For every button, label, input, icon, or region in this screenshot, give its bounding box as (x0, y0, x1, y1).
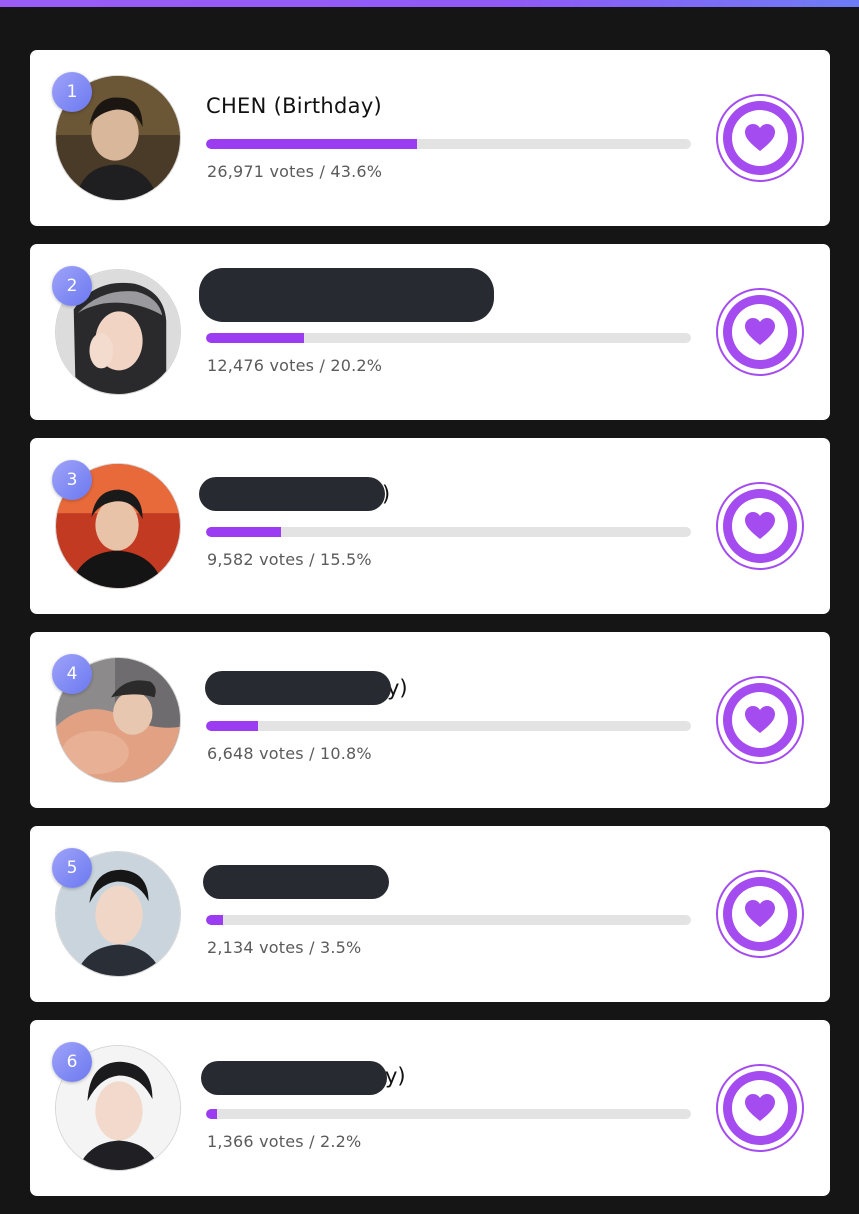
rank-badge: 4 (52, 654, 92, 694)
redaction-mark (199, 268, 494, 322)
vote-progress-track (206, 1109, 691, 1119)
heart-icon (745, 512, 775, 539)
vote-count: 2,134 votes / 3.5% (207, 938, 362, 957)
rank-badge: 5 (52, 848, 92, 888)
vote-count: 12,476 votes / 20.2% (207, 356, 383, 375)
redaction-mark (203, 865, 389, 899)
ranking-card: 1 CHEN (Birthday) 26,971 votes / 43.6% (30, 50, 830, 226)
ranking-list: 1 CHEN (Birthday) 26,971 votes / 43.6% 2… (30, 50, 830, 1214)
candidate-name: CHEN (Birthday) (206, 94, 383, 118)
heart-icon (745, 318, 775, 345)
vote-progress-fill (206, 1109, 217, 1119)
vote-count: 1,366 votes / 2.2% (207, 1132, 362, 1151)
vote-progress-fill (206, 139, 418, 149)
vote-progress-track (206, 333, 691, 343)
heart-icon (745, 1094, 775, 1121)
redaction-mark (205, 671, 391, 705)
vote-progress-fill (206, 527, 282, 537)
rank-badge: 3 (52, 460, 92, 500)
ranking-card: 3 ) 9,582 votes / 15.5% (30, 438, 830, 614)
rank-badge: 6 (52, 1042, 92, 1082)
vote-progress-fill (206, 915, 223, 925)
vote-button[interactable] (716, 870, 804, 958)
vote-progress-fill (206, 333, 304, 343)
vote-count: 26,971 votes / 43.6% (207, 162, 383, 181)
heart-icon (745, 124, 775, 151)
vote-button[interactable] (716, 288, 804, 376)
ranking-card: 2 12,476 votes / 20.2% (30, 244, 830, 420)
candidate-name-visible-part: y) (385, 1064, 406, 1088)
vote-button[interactable] (716, 94, 804, 182)
vote-button[interactable] (716, 482, 804, 570)
vote-progress-track (206, 139, 691, 149)
vote-progress-track (206, 721, 691, 731)
ranking-card: 5 2,134 votes / 3.5% (30, 826, 830, 1002)
vote-count: 6,648 votes / 10.8% (207, 744, 372, 763)
redaction-mark (199, 477, 385, 511)
heart-icon (745, 706, 775, 733)
redaction-mark (201, 1061, 387, 1095)
ranking-card: 6 y) 1,366 votes / 2.2% (30, 1020, 830, 1196)
top-accent-bar (0, 0, 859, 7)
vote-count: 9,582 votes / 15.5% (207, 550, 372, 569)
vote-button[interactable] (716, 676, 804, 764)
heart-icon (745, 900, 775, 927)
rank-badge: 2 (52, 266, 92, 306)
ranking-card: 4 y) 6,648 votes / 10.8% (30, 632, 830, 808)
vote-progress-track (206, 527, 691, 537)
vote-progress-track (206, 915, 691, 925)
rank-badge: 1 (52, 72, 92, 112)
vote-progress-fill (206, 721, 259, 731)
vote-button[interactable] (716, 1064, 804, 1152)
